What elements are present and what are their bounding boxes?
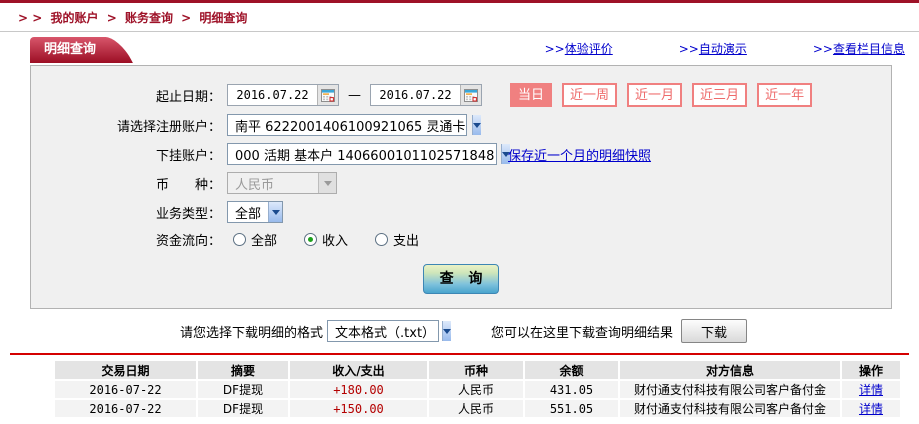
quick-range-group: 当日 近一周 近一月 近三月 近一年 [510, 83, 813, 107]
fund-flow-option-income[interactable]: 收入 [304, 230, 348, 249]
header-balance: 余额 [525, 361, 618, 379]
date-range-dash: — [348, 87, 361, 103]
sub-account-select[interactable]: 000 活期 基本户 1406600101102571848 [227, 143, 511, 165]
breadcrumb-separator: > [181, 11, 192, 25]
fund-flow-option-expense[interactable]: 支出 [375, 230, 419, 249]
quick-range-month-button[interactable]: 近一月 [627, 83, 683, 107]
start-date-calendar-button[interactable] [317, 85, 338, 105]
cell-amount: +150.00 [290, 400, 427, 417]
cell-trade-date: 2016-07-22 [55, 381, 196, 398]
quick-range-week-button[interactable]: 近一周 [562, 83, 618, 107]
download-format-select[interactable]: 文本格式（.txt） [327, 320, 452, 342]
currency-row: 币 种： 人民币 [31, 172, 891, 194]
cell-balance: 551.05 [525, 400, 618, 417]
registered-account-select[interactable]: 南平 6222001406100921065 灵通卡 [227, 114, 482, 136]
link-experience-rating[interactable]: >>体验评价 [545, 40, 613, 57]
cell-balance: 431.05 [525, 381, 618, 398]
date-range-label: 起止日期： [155, 89, 221, 105]
dropdown-arrow-icon [318, 173, 336, 193]
calendar-icon [464, 88, 478, 102]
cell-amount: +180.00 [290, 381, 427, 398]
registered-account-row: 请选择注册账户： 南平 6222001406100921065 灵通卡 [31, 114, 891, 136]
cell-counterparty: 财付通支付科技有限公司客户备付金 [620, 381, 840, 398]
quick-range-year-button[interactable]: 近一年 [757, 83, 813, 107]
header-summary: 摘要 [198, 361, 288, 379]
download-row: 请您选择下载明细的格式 文本格式（.txt） 您可以在这里下载查询明细结果 下载 [0, 318, 919, 344]
registered-account-label: 请选择注册账户： [116, 119, 221, 135]
save-monthly-snapshot-link[interactable]: 保存近一个月的明细快照 [508, 145, 651, 164]
cell-summary: DF提现 [198, 400, 288, 417]
header-income-expense: 收入/支出 [290, 361, 427, 379]
breadcrumb-prefix: > > [18, 11, 43, 25]
link-auto-demo[interactable]: >>自动演示 [679, 40, 747, 57]
download-button[interactable]: 下载 [681, 319, 748, 343]
tab-detail-query[interactable]: 明细查询 [30, 37, 107, 63]
radio-button-icon[interactable] [304, 233, 318, 246]
sub-account-label: 下挂账户： [155, 148, 221, 164]
start-date-input[interactable] [228, 85, 317, 105]
table-row: 2016-07-22 DF提现 +150.00 人民币 551.05 财付通支付… [55, 400, 900, 417]
download-format-label: 请您选择下载明细的格式 [180, 325, 324, 341]
top-links: >>体验评价 >>自动演示 >>查看栏目信息 [545, 40, 919, 63]
fund-flow-row: 资金流向： 全部 收入 支出 [31, 230, 891, 249]
cell-trade-date: 2016-07-22 [55, 400, 196, 417]
detail-link[interactable]: 详情 [859, 402, 883, 416]
cell-summary: DF提现 [198, 381, 288, 398]
calendar-icon [321, 88, 335, 102]
breadcrumb-item-detail-query[interactable]: 明细查询 [199, 11, 247, 25]
dropdown-arrow-icon[interactable] [268, 202, 282, 222]
detail-link[interactable]: 详情 [859, 383, 883, 397]
dropdown-arrow-icon[interactable] [442, 321, 452, 341]
currency-select: 人民币 [227, 172, 337, 194]
breadcrumb-item-my-account[interactable]: 我的账户 [50, 11, 98, 25]
radio-button-icon[interactable] [375, 233, 389, 246]
business-type-select[interactable]: 全部 [227, 201, 283, 223]
header-action: 操作 [842, 361, 900, 379]
table-header-row: 交易日期 摘要 收入/支出 币种 余额 对方信息 操作 [55, 361, 900, 379]
end-date-field[interactable] [370, 84, 482, 106]
dropdown-arrow-icon[interactable] [472, 115, 482, 135]
business-type-label: 业务类型： [155, 206, 221, 222]
breadcrumb: > > 我的账户 > 账务查询 > 明细查询 [0, 3, 919, 32]
start-date-field[interactable] [227, 84, 339, 106]
fund-flow-label: 资金流向： [155, 234, 221, 249]
sub-account-row: 下挂账户： 000 活期 基本户 1406600101102571848 保存近… [31, 143, 891, 165]
cell-currency: 人民币 [429, 381, 523, 398]
transaction-table: 交易日期 摘要 收入/支出 币种 余额 对方信息 操作 2016-07-22 D… [53, 359, 902, 419]
header-counterparty: 对方信息 [620, 361, 840, 379]
table-row: 2016-07-22 DF提现 +180.00 人民币 431.05 财付通支付… [55, 381, 900, 398]
quick-range-today-button[interactable]: 当日 [510, 83, 553, 107]
fund-flow-option-all[interactable]: 全部 [233, 230, 277, 249]
query-button[interactable]: 查 询 [423, 264, 499, 294]
cell-counterparty: 财付通支付科技有限公司客户备付金 [620, 400, 840, 417]
business-type-row: 业务类型： 全部 [31, 201, 891, 223]
header-currency: 币种 [429, 361, 523, 379]
query-form-panel: 起止日期： — [30, 65, 892, 309]
breadcrumb-separator: > [106, 11, 117, 25]
radio-button-icon[interactable] [233, 233, 246, 246]
end-date-input[interactable] [371, 85, 460, 105]
date-range-row: 起止日期： — [31, 83, 891, 107]
download-hint-label: 您可以在这里下载查询明细结果 [491, 325, 674, 341]
breadcrumb-item-account-query[interactable]: 账务查询 [125, 11, 173, 25]
header-trade-date: 交易日期 [55, 361, 196, 379]
end-date-calendar-button[interactable] [460, 85, 481, 105]
fund-flow-radio-group: 全部 收入 支出 [233, 230, 419, 249]
table-divider-line [10, 353, 909, 355]
quick-range-3months-button[interactable]: 近三月 [692, 83, 748, 107]
currency-label: 币 种： [155, 177, 221, 193]
link-view-column-info[interactable]: >>查看栏目信息 [813, 40, 905, 57]
cell-currency: 人民币 [429, 400, 523, 417]
tab-row: 明细查询 >>体验评价 >>自动演示 >>查看栏目信息 [0, 32, 919, 63]
